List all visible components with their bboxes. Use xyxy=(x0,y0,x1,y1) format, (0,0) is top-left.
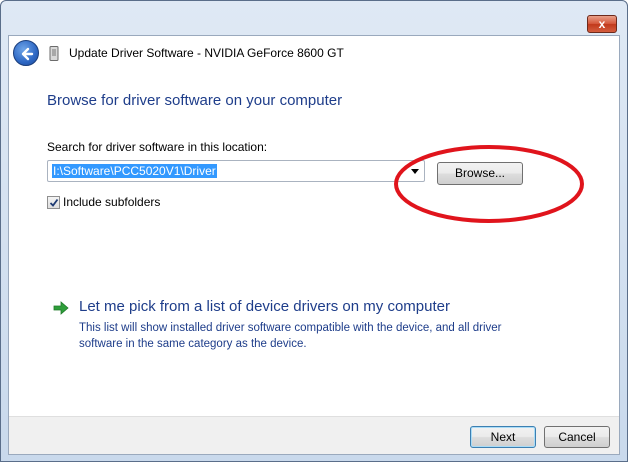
pick-from-list-description: This list will show installed driver sof… xyxy=(79,322,502,350)
device-icon xyxy=(49,46,59,61)
pick-from-list-link[interactable]: Let me pick from a list of device driver… xyxy=(79,298,450,315)
browse-button[interactable]: Browse... xyxy=(437,162,523,185)
green-arrow-icon xyxy=(53,301,69,315)
cancel-button[interactable]: Cancel xyxy=(544,426,610,448)
back-arrow-icon xyxy=(21,47,34,61)
include-subfolders-option[interactable]: Include subfolders xyxy=(47,194,160,210)
dialog-window: x Update Driver Software - NVIDIA GeForc… xyxy=(0,0,628,462)
dialog-client-area: Update Driver Software - NVIDIA GeForce … xyxy=(8,35,620,455)
close-button[interactable]: x xyxy=(587,15,617,33)
driver-path-combobox[interactable]: I:\Software\PCC5020V1\Driver xyxy=(47,160,425,182)
search-location-label: Search for driver software in this locat… xyxy=(47,140,268,154)
button-footer: Next Cancel xyxy=(9,416,619,454)
title-bar: x xyxy=(1,1,627,33)
driver-path-value[interactable]: I:\Software\PCC5020V1\Driver xyxy=(52,164,217,178)
include-subfolders-checkbox[interactable] xyxy=(47,195,60,209)
include-subfolders-label: Include subfolders xyxy=(63,195,161,209)
back-button[interactable] xyxy=(13,40,39,66)
dialog-title: Update Driver Software - NVIDIA GeForce … xyxy=(69,46,344,60)
page-heading: Browse for driver software on your compu… xyxy=(47,92,343,109)
header-row: Update Driver Software - NVIDIA GeForce … xyxy=(9,36,619,72)
checkmark-icon xyxy=(49,198,59,207)
next-button[interactable]: Next xyxy=(470,426,536,448)
